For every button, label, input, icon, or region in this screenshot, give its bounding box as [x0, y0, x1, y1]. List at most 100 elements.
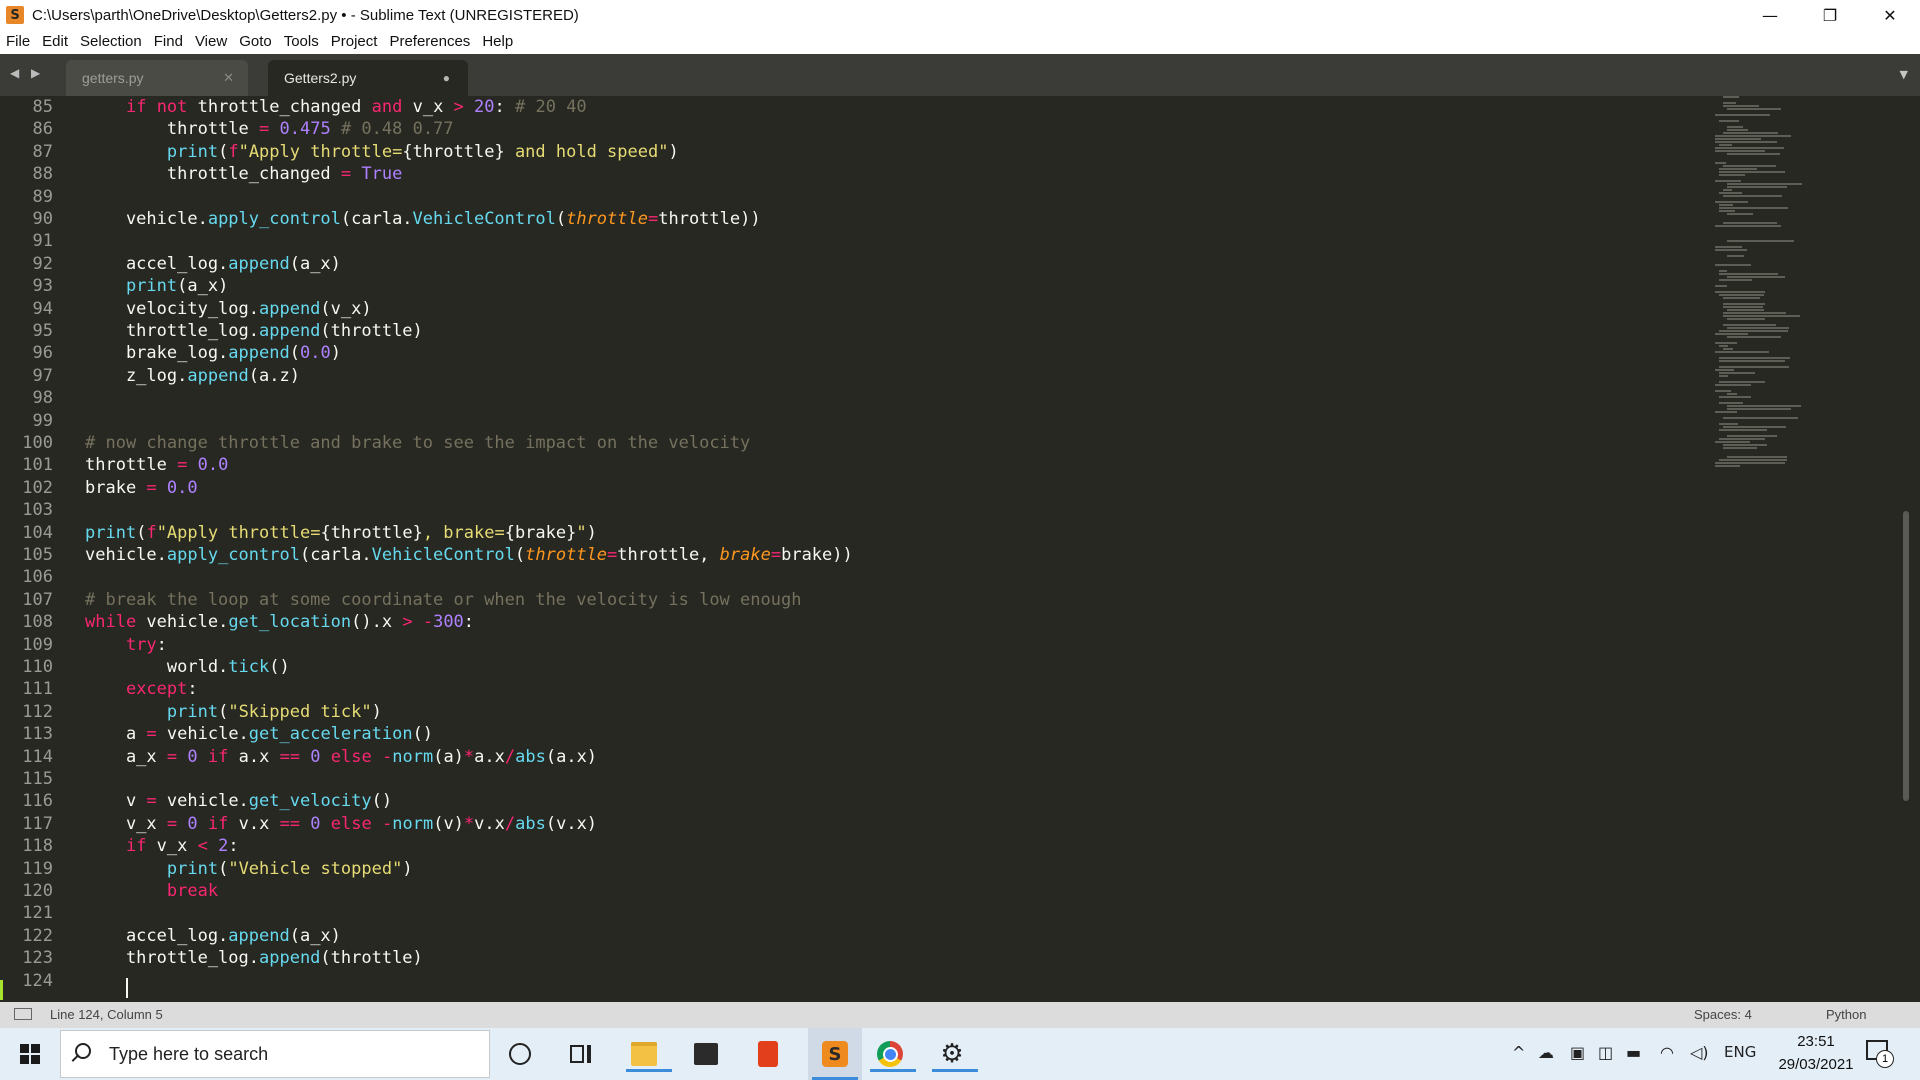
wifi-icon[interactable]: ◠ — [1660, 1043, 1674, 1062]
store-icon[interactable] — [686, 1036, 726, 1072]
code-line: v_x = 0 if v.x == 0 else -norm(v)*v.x/ab… — [85, 813, 598, 834]
cortana-icon[interactable] — [500, 1036, 540, 1072]
code-line: try: — [125, 634, 167, 655]
line-number: 96 — [32, 343, 53, 364]
indentation-setting[interactable]: Spaces: 4 — [1694, 1007, 1752, 1022]
line-number: 92 — [32, 253, 53, 274]
battery-icon[interactable]: ▬ — [1626, 1043, 1641, 1062]
language-indicator[interactable]: ENG — [1724, 1043, 1756, 1061]
line-number: 114 — [22, 746, 53, 767]
minimap-line — [1723, 105, 1759, 107]
minimize-button[interactable]: — — [1740, 0, 1800, 30]
code-area[interactable]: a_x = 0 if a.x == 0 else -norm(a)*a.x/ab… — [85, 96, 1685, 1002]
minimap-line — [1727, 336, 1781, 338]
minimap-line — [1719, 459, 1787, 461]
task-view-icon[interactable] — [560, 1036, 600, 1072]
tab-label: getters.py — [82, 70, 144, 86]
minimap-line — [1719, 210, 1735, 212]
chevron-up-icon[interactable]: ^ — [1512, 1043, 1525, 1062]
menu-help[interactable]: Help — [476, 30, 519, 54]
sublime-text-icon[interactable]: S — [808, 1028, 862, 1080]
clock-time[interactable]: 23:51 — [1790, 1033, 1842, 1050]
minimap-line — [1727, 255, 1744, 257]
menu-view[interactable]: View — [189, 30, 233, 54]
code-line: accel_log.append(a_x) — [85, 925, 341, 946]
code-line: throttle = 0.475 # 0.48 0.77 — [85, 119, 454, 140]
office-icon[interactable] — [748, 1036, 788, 1072]
close-button[interactable]: ✕ — [1860, 0, 1920, 30]
minimap-line — [1719, 438, 1765, 440]
line-number: 116 — [22, 791, 53, 812]
windows-logo-icon — [20, 1044, 29, 1053]
clock-date[interactable]: 29/03/2021 — [1768, 1056, 1864, 1073]
volume-icon[interactable]: ◁) — [1690, 1043, 1709, 1062]
minimap-line — [1723, 324, 1776, 326]
minimap[interactable] — [1715, 96, 1865, 476]
code-line: z_log.append(a.z) — [85, 365, 300, 386]
minimap-line — [1727, 318, 1765, 320]
menu-file[interactable]: File — [0, 30, 36, 54]
minimap-line — [1723, 306, 1763, 308]
line-number: 120 — [22, 881, 53, 901]
chrome-icon[interactable] — [870, 1036, 916, 1072]
tab-label: Getters2.py — [284, 70, 357, 86]
line-number: 90 — [32, 209, 53, 229]
minimap-line — [1719, 381, 1765, 383]
close-icon[interactable]: ✕ — [223, 60, 234, 96]
minimap-line — [1715, 225, 1781, 227]
tab-getters2-py[interactable]: Getters2.py ● — [268, 60, 468, 96]
menu-preferences[interactable]: Preferences — [383, 30, 476, 54]
taskbar-search-box[interactable]: Type here to search — [60, 1030, 490, 1078]
tab-dropdown-icon[interactable]: ▼ — [1900, 68, 1908, 81]
screenshot-icon[interactable]: ◫ — [1598, 1043, 1613, 1062]
menu-edit[interactable]: Edit — [36, 30, 74, 54]
menu-bar: File Edit Selection Find View Goto Tools… — [0, 30, 1920, 54]
minimap-line — [1715, 135, 1791, 137]
syntax-selector[interactable]: Python — [1826, 1007, 1866, 1022]
minimap-line — [1727, 309, 1764, 311]
line-number: 94 — [32, 298, 53, 319]
minimap-line — [1719, 204, 1733, 206]
unsaved-dot-icon[interactable]: ● — [443, 60, 450, 96]
menu-project[interactable]: Project — [325, 30, 384, 54]
code-line: print("Skipped tick") — [166, 701, 382, 722]
minimap-line — [1727, 276, 1785, 278]
code-line: throttle = 0.0 — [85, 455, 229, 476]
code-editor[interactable]: 85 86 87 88 89 90 91 92 93 94 95 96 97 98 99 100 101 102 1… — [0, 96, 1920, 1002]
file-explorer-icon[interactable] — [624, 1036, 672, 1072]
minimap-line — [1723, 348, 1733, 350]
notification-count: 1 — [1876, 1050, 1894, 1068]
start-button[interactable] — [0, 1028, 58, 1080]
tab-getters-py[interactable]: getters.py ✕ — [66, 60, 248, 96]
windows-taskbar: Type here to search S ⚙ ^ ☁ ▣ ◫ ▬ ◠ ◁) E… — [0, 1028, 1920, 1080]
menu-selection[interactable]: Selection — [74, 30, 148, 54]
menu-tools[interactable]: Tools — [278, 30, 325, 54]
minimap-line — [1719, 357, 1790, 359]
search-placeholder: Type here to search — [109, 1044, 269, 1064]
tab-nav-arrows-icon[interactable]: ◀ ▶ — [10, 66, 44, 80]
settings-icon[interactable]: ⚙ — [932, 1036, 978, 1072]
tab-bar: ◀ ▶ getters.py ✕ Getters2.py ● ▼ — [0, 54, 1920, 96]
minimap-line — [1719, 423, 1738, 425]
code-line: throttle_log.append(throttle) — [85, 948, 423, 969]
minimap-line — [1727, 183, 1802, 185]
text-caret — [126, 978, 128, 998]
minimap-line — [1715, 138, 1761, 140]
menu-find[interactable]: Find — [148, 30, 189, 54]
title-bar: S C:\Users\parth\OneDrive\Desktop\Getter… — [0, 0, 1920, 30]
network-adapter-icon[interactable]: ▣ — [1570, 1043, 1585, 1062]
menu-goto[interactable]: Goto — [233, 30, 278, 54]
line-number: 101 — [22, 455, 53, 476]
minimap-line — [1727, 129, 1748, 131]
panel-toggle-icon[interactable] — [14, 1008, 32, 1020]
line-number: 119 — [22, 858, 53, 879]
line-number: 93 — [32, 276, 53, 297]
maximize-button[interactable]: ❐ — [1800, 0, 1860, 30]
onedrive-icon[interactable]: ☁ — [1538, 1043, 1554, 1062]
windows-logo-icon — [31, 1044, 40, 1053]
minimap-line — [1719, 174, 1745, 176]
vertical-scrollbar[interactable] — [1903, 511, 1909, 801]
line-number: 86 — [32, 119, 53, 140]
line-number: 117 — [22, 813, 53, 834]
line-number: 95 — [32, 321, 53, 341]
